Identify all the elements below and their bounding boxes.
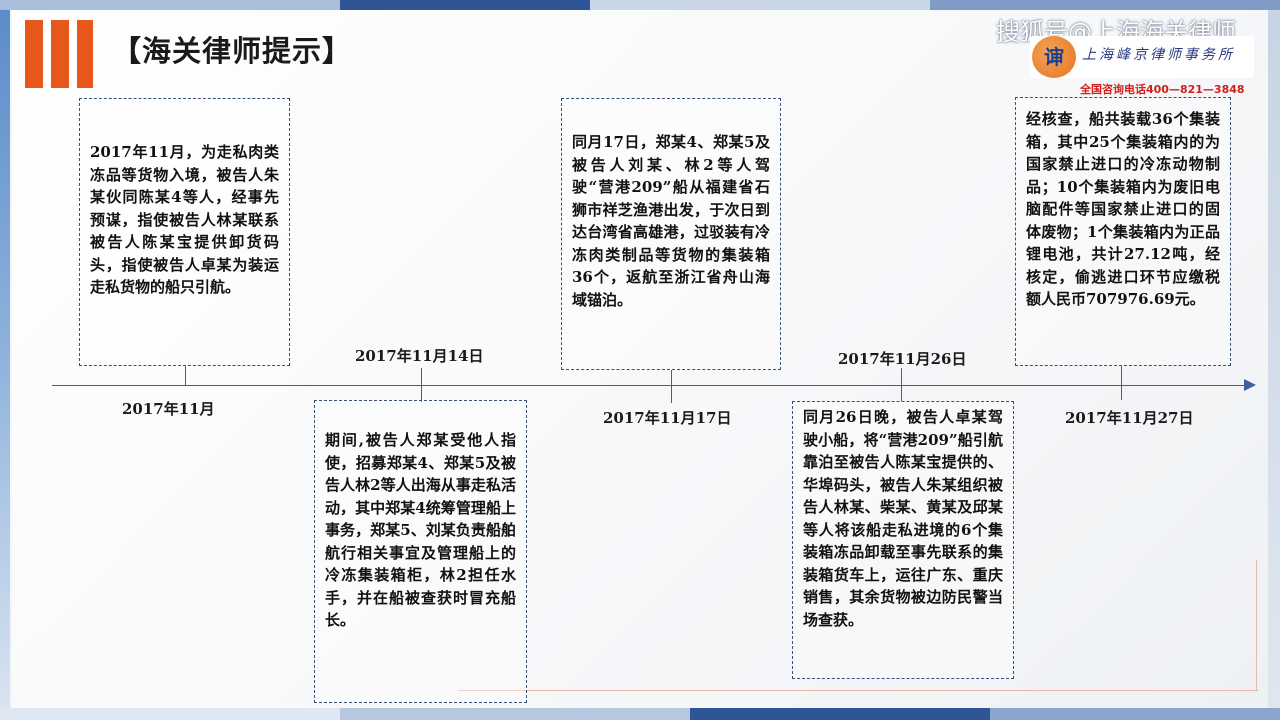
timeline-tick — [421, 368, 422, 402]
title-logo-bars — [25, 20, 93, 88]
timeline-date: 2017年11月14日 — [355, 347, 484, 365]
decorative-line — [458, 690, 1258, 691]
decorative-line-vertical — [1256, 560, 1257, 690]
hotline-text: 全国咨询电话400—821—3848 — [1080, 83, 1245, 96]
event-card: 期间,被告人郑某受他人指使，招募郑某4、郑某5及被告人林2等人出海从事走私活动，… — [314, 400, 527, 703]
firm-logo-icon: 谉 — [1032, 36, 1076, 78]
timeline-tick — [901, 368, 902, 401]
timeline-tick — [671, 370, 672, 403]
event-card: 经核查，船共装载36个集装箱，其中25个集装箱内的为国家禁止进口的冷冻动物制品；… — [1015, 97, 1231, 366]
bottom-color-band — [0, 708, 1280, 720]
left-accent-stripe — [0, 10, 10, 708]
right-accent-stripe — [1268, 10, 1280, 708]
timeline-date: 2017年11月27日 — [1065, 409, 1194, 427]
timeline-arrow-icon — [1244, 379, 1256, 391]
top-color-band — [0, 0, 1280, 10]
timeline-tick — [1121, 366, 1122, 400]
timeline-date: 2017年11月 — [122, 400, 215, 418]
event-card: 同月17日，郑某4、郑某5及被告人刘某、林2等人驾驶“营港209”船从福建省石狮… — [561, 98, 781, 370]
timeline-tick — [185, 366, 186, 386]
event-card: 2017年11月，为走私肉类冻品等货物入境，被告人朱某伙同陈某4等人，经事先预谋… — [79, 98, 290, 366]
timeline-axis — [52, 385, 1248, 386]
event-card: 同月26日晚，被告人卓某驾驶小船，将“营港209”船引航靠泊至被告人陈某宝提供的… — [792, 401, 1014, 679]
page-title: 【海关律师提示】 — [112, 34, 353, 68]
firm-name: 上海峰京律师事务所 — [1082, 47, 1235, 63]
timeline-date: 2017年11月17日 — [603, 409, 732, 427]
timeline-date: 2017年11月26日 — [838, 350, 967, 368]
